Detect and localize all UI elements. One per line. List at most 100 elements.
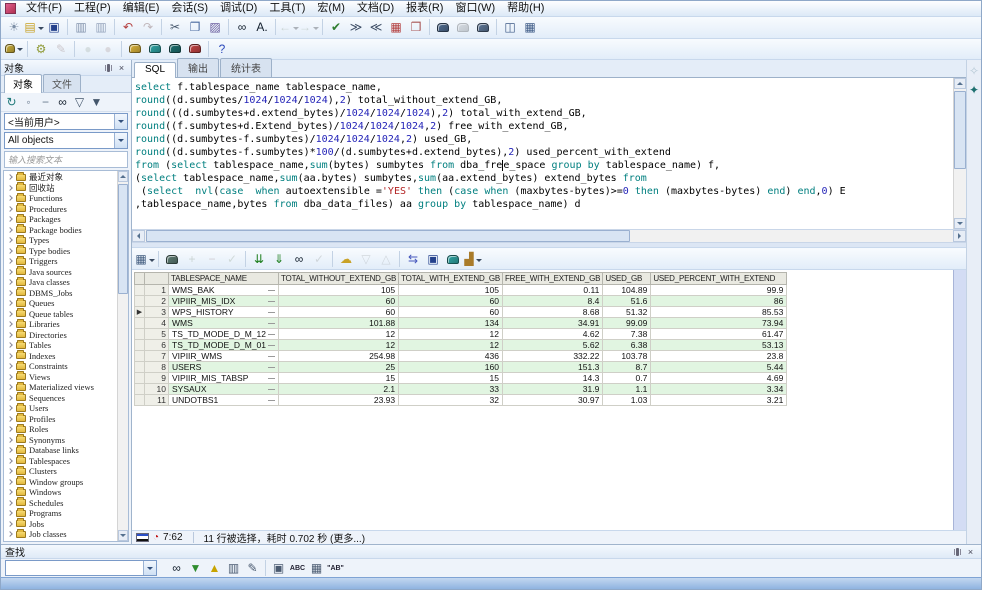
- expander-icon[interactable]: [7, 468, 13, 474]
- object-type-dropdown[interactable]: All objects: [4, 132, 128, 149]
- tree-item[interactable]: Profiles: [4, 414, 116, 425]
- expander-icon[interactable]: [7, 353, 13, 359]
- filter-icon[interactable]: ▽: [71, 94, 88, 110]
- expander-icon[interactable]: [7, 258, 13, 264]
- cell-value[interactable]: 12: [399, 329, 503, 340]
- cell-value[interactable]: 60: [399, 307, 503, 318]
- expander-icon[interactable]: [7, 290, 13, 296]
- menu-item[interactable]: 宏(M): [311, 1, 351, 16]
- tree-item[interactable]: Type bodies: [4, 246, 116, 257]
- cell-tablespace-name[interactable]: TS_TD_MODE_D_M_12: [169, 329, 279, 340]
- table-row[interactable]: 6TS_TD_MODE_D_M_0112125.626.3853.13: [135, 340, 787, 351]
- expander-icon[interactable]: [7, 300, 13, 306]
- row-marker[interactable]: [135, 340, 145, 351]
- cell-value[interactable]: 2.1: [279, 384, 399, 395]
- copy-icon[interactable]: ❐: [185, 18, 205, 36]
- save-results-icon[interactable]: ▣: [423, 250, 443, 268]
- cell-value[interactable]: 105: [279, 285, 399, 296]
- editor-hscrollbar[interactable]: [132, 230, 966, 243]
- menu-item[interactable]: 工具(T): [263, 1, 311, 16]
- stop-icon[interactable]: ▦: [386, 18, 406, 36]
- cell-value[interactable]: 160: [399, 362, 503, 373]
- row-number[interactable]: 8: [145, 362, 169, 373]
- expander-icon[interactable]: [7, 479, 13, 485]
- cell-value[interactable]: 23.93: [279, 395, 399, 406]
- column-header[interactable]: TOTAL_WITH_EXTEND_GB: [399, 273, 503, 285]
- cart-view-icon[interactable]: [473, 18, 493, 36]
- cell-value[interactable]: 86: [651, 296, 787, 307]
- expander-icon[interactable]: [7, 395, 13, 401]
- tree-item[interactable]: Triggers: [4, 256, 116, 267]
- cell-value[interactable]: 5.44: [651, 362, 787, 373]
- preferences-gear-icon[interactable]: ⚙: [31, 40, 51, 58]
- table-row[interactable]: 9VIPIIR_MIS_TABSP151514.30.74.69: [135, 373, 787, 384]
- expander-icon[interactable]: [7, 489, 13, 495]
- tree-item[interactable]: Directories: [4, 330, 116, 341]
- report-chart-icon[interactable]: ▟: [463, 250, 483, 268]
- find-binoculars-icon[interactable]: ∞: [167, 560, 186, 576]
- scrollbar-thumb[interactable]: [954, 91, 966, 169]
- menu-item[interactable]: 帮助(H): [501, 1, 550, 16]
- tree-item[interactable]: Tables: [4, 340, 116, 351]
- tree-item[interactable]: Jobs: [4, 519, 116, 530]
- expander-icon[interactable]: [7, 185, 13, 191]
- expander-icon[interactable]: [7, 437, 13, 443]
- syntax-check-icon[interactable]: ✔: [326, 18, 346, 36]
- tree-item[interactable]: Roles: [4, 424, 116, 435]
- menu-item[interactable]: 会话(S): [165, 1, 214, 16]
- cell-value[interactable]: 12: [279, 329, 399, 340]
- cell-value[interactable]: 5.62: [502, 340, 602, 351]
- scroll-left-icon[interactable]: [132, 230, 145, 242]
- cell-value[interactable]: 8.4: [502, 296, 602, 307]
- find-next-icon[interactable]: ▼: [186, 560, 205, 576]
- row-number[interactable]: 9: [145, 373, 169, 384]
- cell-value[interactable]: 15: [279, 373, 399, 384]
- cell-value[interactable]: 25: [279, 362, 399, 373]
- expander-icon[interactable]: [7, 227, 13, 233]
- cell-value[interactable]: 436: [399, 351, 503, 362]
- tree-item[interactable]: Users: [4, 403, 116, 414]
- regex-icon[interactable]: ▦: [307, 560, 326, 576]
- cell-value[interactable]: 61.47: [651, 329, 787, 340]
- find-icon[interactable]: ∞: [232, 18, 252, 36]
- expander-icon[interactable]: [7, 269, 13, 275]
- tree-item[interactable]: Schedules: [4, 498, 116, 509]
- row-marker[interactable]: [135, 285, 145, 296]
- case-sensitive-icon[interactable]: "AB": [326, 560, 345, 576]
- column-header[interactable]: USED_PERCENT_WITH_EXTEND: [651, 273, 787, 285]
- find-combobox[interactable]: [5, 560, 157, 576]
- cell-tablespace-name[interactable]: UNDOTBS1: [169, 395, 279, 406]
- chevron-down-icon[interactable]: [114, 114, 127, 129]
- cell-value[interactable]: 0.7: [603, 373, 651, 384]
- cell-value[interactable]: 12: [279, 340, 399, 351]
- fetch-all-icon[interactable]: ⇓: [269, 250, 289, 268]
- help-icon[interactable]: ?: [212, 40, 232, 58]
- close-icon[interactable]: ×: [115, 62, 128, 74]
- expander-icon[interactable]: [7, 458, 13, 464]
- cell-value[interactable]: 103.78: [603, 351, 651, 362]
- cell-value[interactable]: 3.21: [651, 395, 787, 406]
- edit-mark-icon[interactable]: ✎: [243, 560, 262, 576]
- row-marker[interactable]: [135, 395, 145, 406]
- cell-tablespace-name[interactable]: WMS_BAK: [169, 285, 279, 296]
- expander-icon[interactable]: [7, 216, 13, 222]
- replace-icon[interactable]: A.: [252, 18, 272, 36]
- print-preview-icon[interactable]: ▥: [91, 18, 111, 36]
- user-dropdown[interactable]: <当前用户>: [4, 113, 128, 130]
- expander-icon[interactable]: [7, 321, 13, 327]
- tree-scrollbar[interactable]: [117, 171, 128, 541]
- scroll-up-icon[interactable]: [954, 78, 966, 89]
- row-number[interactable]: 10: [145, 384, 169, 395]
- expander-icon[interactable]: [7, 384, 13, 390]
- fetch-next-page-icon[interactable]: ⇊: [249, 250, 269, 268]
- open-icon[interactable]: ▤: [24, 18, 44, 36]
- cell-value[interactable]: 33: [399, 384, 503, 395]
- chevron-down-icon[interactable]: [114, 133, 127, 148]
- tree-item[interactable]: Procedures: [4, 204, 116, 215]
- cell-tablespace-name[interactable]: WPS_HISTORY: [169, 307, 279, 318]
- selected-row-marker[interactable]: ▶: [135, 307, 145, 318]
- expander-icon[interactable]: [7, 237, 13, 243]
- expander-icon[interactable]: [7, 500, 13, 506]
- find-record-icon[interactable]: ∞: [289, 250, 309, 268]
- dot-icon[interactable]: ◦: [20, 94, 37, 110]
